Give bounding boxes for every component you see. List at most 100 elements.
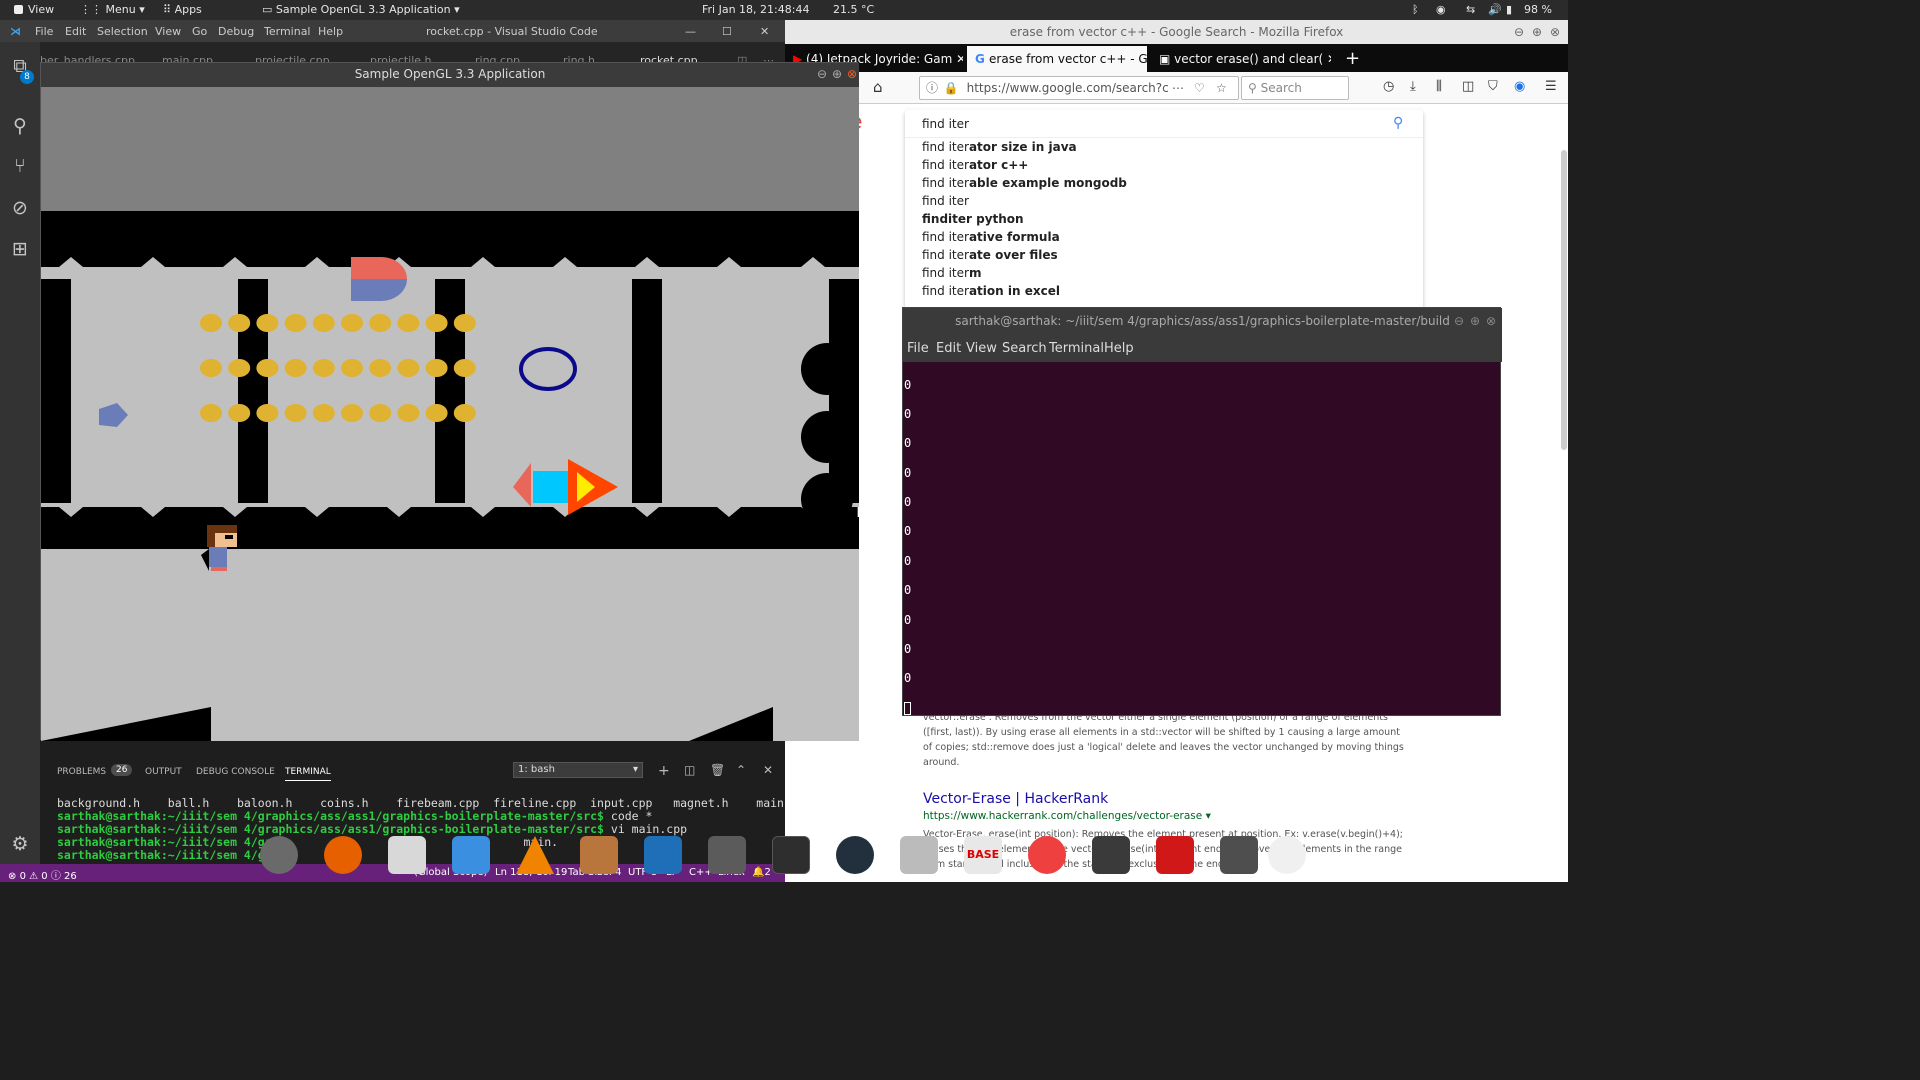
term-maximize-button[interactable]: ⊕ [1470,308,1480,334]
pocket-icon[interactable]: ♡ [1194,77,1205,99]
terminal-select[interactable]: 1: bash ▾ [513,762,643,778]
dock-firefox-icon[interactable] [324,836,362,874]
page-actions-icon[interactable]: ⋯ [1172,77,1184,99]
term-menu-help[interactable]: Help [1104,341,1134,356]
home-icon[interactable]: ⌂ [873,78,883,96]
source-control-icon[interactable]: ⑂ [8,154,32,178]
vs-menu-edit[interactable]: Edit [65,25,86,38]
vs-menu-terminal[interactable]: Terminal [264,25,311,38]
suggestion-item[interactable]: find iterable example mongodb [922,176,1127,190]
suggestion-item[interactable]: find iterative formula [922,230,1060,244]
network-icon[interactable]: ⇆ [1466,3,1475,16]
dock-stacer-icon[interactable] [836,836,874,874]
google-search-box[interactable]: find iter ⚲ find iterator size in java f… [905,110,1423,310]
ff-close-button[interactable]: ⊗ [1550,20,1560,44]
ff-tab-google[interactable]: G erase from vector c++ - G ✕ [967,46,1147,72]
history-icon[interactable]: ◷ [1383,79,1394,94]
info-icon[interactable]: ⓘ [926,81,938,95]
tab-ring-h[interactable]: ring.h [563,54,595,62]
close-tab-icon[interactable]: ✕ [1327,52,1331,66]
term-minimize-button[interactable]: ⊖ [1454,308,1464,334]
game-close-button[interactable]: ⊗ [847,63,857,85]
vs-menu-view[interactable]: View [155,25,181,38]
split-terminal-icon[interactable]: ◫ [684,763,695,777]
tab-projectile-cpp[interactable]: projectile.cpp [255,54,330,62]
more-actions-icon[interactable]: ⋯ [763,54,774,62]
panel-tab-problems[interactable]: PROBLEMS [57,767,106,777]
search-icon[interactable]: ⚲ [1393,115,1403,131]
dock-disks-icon[interactable] [900,836,938,874]
shield-icon[interactable]: ⛉ [1488,79,1498,94]
term-menu-search[interactable]: Search [1002,341,1047,356]
suggestion-item[interactable]: find iter [922,194,969,208]
view-menu[interactable]: View [14,3,54,16]
dock-terminal-icon[interactable] [772,836,810,874]
suggestion-item[interactable]: finditer python [922,212,1024,226]
trash-icon[interactable]: 🗑 [710,763,725,777]
dock-vlc-icon[interactable] [516,836,554,874]
bookmark-star-icon[interactable]: ☆ [1216,77,1227,99]
dock-vector-app-icon[interactable] [1028,836,1066,874]
vs-menu-go[interactable]: Go [192,25,207,38]
battery-icon[interactable]: ▮ [1506,3,1512,16]
dock-system-settings-icon[interactable] [260,836,298,874]
panel-tab-terminal[interactable]: TERMINAL [285,767,331,781]
extension-icon[interactable]: ◉ [1514,79,1525,94]
panel-tab-output[interactable]: OUTPUT [145,767,182,777]
tab-ring-cpp[interactable]: ring.cpp [475,54,520,62]
dock-settings-icon[interactable] [708,836,746,874]
ff-minimize-button[interactable]: ⊖ [1514,20,1524,44]
dock-base-icon[interactable]: BASE [964,836,1002,874]
dock-pdf-icon[interactable] [1156,836,1194,874]
active-app-menu[interactable]: ▭ Sample OpenGL 3.3 Application ▾ [262,3,460,16]
ff-tab-vector[interactable]: ▣ vector erase() and clear( ✕ [1151,46,1331,72]
tab-main-cpp[interactable]: main.cpp [162,54,213,62]
maximize-panel-icon[interactable]: ⌃ [736,763,746,777]
hamburger-menu-icon[interactable]: ☰ [1545,79,1557,94]
split-editor-icon[interactable]: ◫ [737,54,747,62]
url-bar[interactable]: ⓘ 🔒 https://www.google.com/search?c ⋯ ♡ … [919,76,1239,100]
vs-minimize-button[interactable]: — [685,25,696,38]
tab-rocket-cpp[interactable]: rocket.cpp [640,54,698,62]
ff-maximize-button[interactable]: ⊕ [1532,20,1542,44]
menu-button[interactable]: ⋮⋮ Menu ▾ [80,3,145,16]
suggestion-item[interactable]: find iterator c++ [922,158,1028,172]
result-title-link[interactable]: Vector-Erase | HackerRank [923,791,1108,807]
apps-button[interactable]: ⠿ Apps [163,3,202,16]
dock-screen-icon[interactable] [1220,836,1258,874]
game-maximize-button[interactable]: ⊕ [832,63,842,85]
vs-menu-help[interactable]: Help [318,25,343,38]
term-menu-edit[interactable]: Edit [936,341,961,356]
new-terminal-icon[interactable]: + [658,763,670,779]
suggestion-item[interactable]: find iteration in excel [922,284,1060,298]
bluetooth-icon[interactable]: ᛒ [1412,3,1419,16]
term-menu-file[interactable]: File [907,341,929,356]
sidebar-icon[interactable]: ◫ [1462,79,1474,94]
vs-maximize-button[interactable]: ☐ [722,25,732,38]
result-url[interactable]: https://www.hackerrank.com/challenges/ve… [923,810,1211,822]
search-bar[interactable]: ⚲ Search [1241,76,1349,100]
vs-close-button[interactable]: ✕ [760,25,769,38]
status-problems[interactable]: ⊗ 0 ⚠ 0 ⓘ 26 [8,867,77,882]
new-tab-button[interactable]: + [1337,46,1363,72]
page-scrollbar[interactable] [1561,150,1567,450]
suggestion-item[interactable]: find iterate over files [922,248,1058,262]
dock-notes-icon[interactable] [1092,836,1130,874]
clock[interactable]: Fri Jan 18, 21:48:44 [702,3,809,16]
panel-tab-debug-console[interactable]: DEBUG CONSOLE [196,767,275,777]
terminal-output[interactable]: 0 0 0 0 0 0 0 0 0 0 0 [903,362,1502,717]
volume-icon[interactable]: 🔊 [1488,3,1502,16]
suggestion-item[interactable]: find iterator size in java [922,140,1077,154]
tab-ber-handlers[interactable]: ber_handlers.cpp [40,54,135,62]
term-close-button[interactable]: ⊗ [1486,308,1496,334]
google-query-input[interactable]: find iter [922,117,969,131]
game-canvas[interactable] [41,87,859,741]
term-menu-view[interactable]: View [966,341,997,356]
dock-vscode-icon[interactable] [644,836,682,874]
close-panel-icon[interactable]: ✕ [763,763,773,777]
wifi-icon[interactable]: ◉ [1436,3,1446,16]
dock-installer-icon[interactable] [388,836,426,874]
vs-menu-debug[interactable]: Debug [218,25,254,38]
close-tab-icon[interactable]: ✕ [956,52,963,66]
extensions-icon[interactable]: ⊞ [8,237,32,261]
